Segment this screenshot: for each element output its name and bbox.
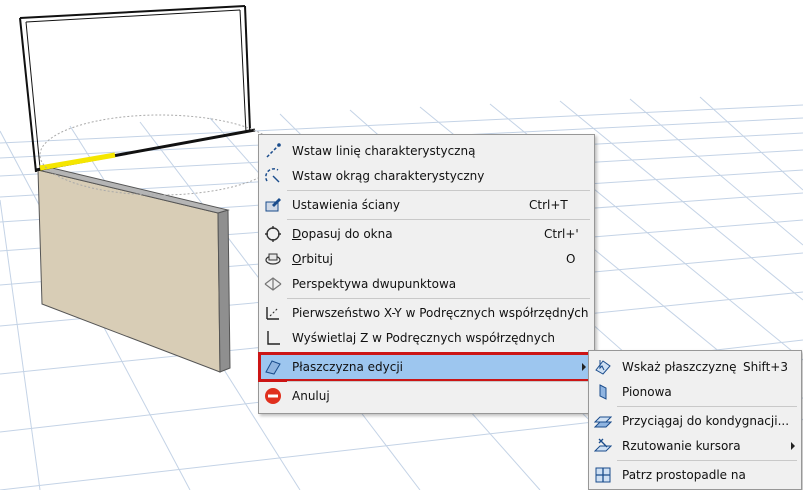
vertical-plane-icon — [599, 384, 607, 400]
menu-item-wall-settings[interactable]: Ustawienia ściany Ctrl+T — [261, 193, 592, 217]
menu-separator — [617, 460, 797, 461]
menu-separator — [617, 406, 797, 407]
cancel-icon — [265, 388, 281, 404]
look-perpendicular-icon — [595, 467, 611, 483]
menu-separator — [287, 381, 590, 382]
menu-separator — [287, 219, 590, 220]
submenu-arrow-icon — [582, 363, 586, 371]
menu-item-insert-line[interactable]: Wstaw linię charakterystyczną — [261, 139, 592, 163]
submenu-item-vertical[interactable]: Pionowa — [591, 380, 799, 404]
fit-window-icon — [265, 226, 281, 242]
insert-circle-icon — [265, 168, 280, 183]
submenu-item-pick-plane[interactable]: Wskaż płaszczyznę Shift+3 — [591, 355, 799, 379]
menu-item-xy-priority[interactable]: Pierwszeństwo X-Y w Podręcznych współrzę… — [261, 301, 592, 325]
menu-item-show-z[interactable]: Wyświetlaj Z w Podręcznych współrzędnych — [261, 326, 592, 350]
show-z-icon — [267, 331, 280, 345]
menu-item-cancel[interactable]: Anuluj — [261, 384, 592, 408]
menu-item-fit-window[interactable]: Dopasuj do okna Ctrl+' — [261, 222, 592, 246]
pick-plane-icon — [595, 360, 611, 375]
menu-separator — [287, 352, 590, 353]
menu-item-editing-plane[interactable]: Płaszczyzna edycji — [258, 352, 595, 382]
menu-separator — [287, 298, 590, 299]
cursor-projection-icon — [594, 438, 612, 452]
menu-item-orbit[interactable]: Orbituj O — [261, 247, 592, 271]
insert-line-icon — [266, 143, 281, 158]
menu-item-insert-circle[interactable]: Wstaw okrąg charakterystyczny — [261, 164, 592, 188]
submenu-item-look-perpendicular[interactable]: Patrz prostopadle na — [591, 463, 799, 487]
snap-story-icon — [594, 416, 612, 428]
two-point-perspective-icon — [264, 277, 282, 291]
editing-plane-icon — [265, 360, 281, 375]
submenu-arrow-icon — [791, 442, 795, 450]
xy-priority-icon — [266, 307, 279, 320]
menu-item-two-point-perspective[interactable]: Perspektywa dwupunktowa — [261, 272, 592, 296]
menu-separator — [287, 190, 590, 191]
wall-settings-icon — [265, 198, 281, 212]
submenu-item-cursor-projection[interactable]: Rzutowanie kursora — [591, 434, 799, 458]
editing-plane-submenu: Wskaż płaszczyznę Shift+3 Pionowa Przyci… — [588, 350, 802, 490]
context-menu: Wstaw linię charakterystyczną Wstaw okrą… — [258, 134, 595, 414]
orbit-icon — [265, 253, 281, 265]
submenu-item-snap-story[interactable]: Przyciągaj do kondygnacji... — [591, 409, 799, 433]
